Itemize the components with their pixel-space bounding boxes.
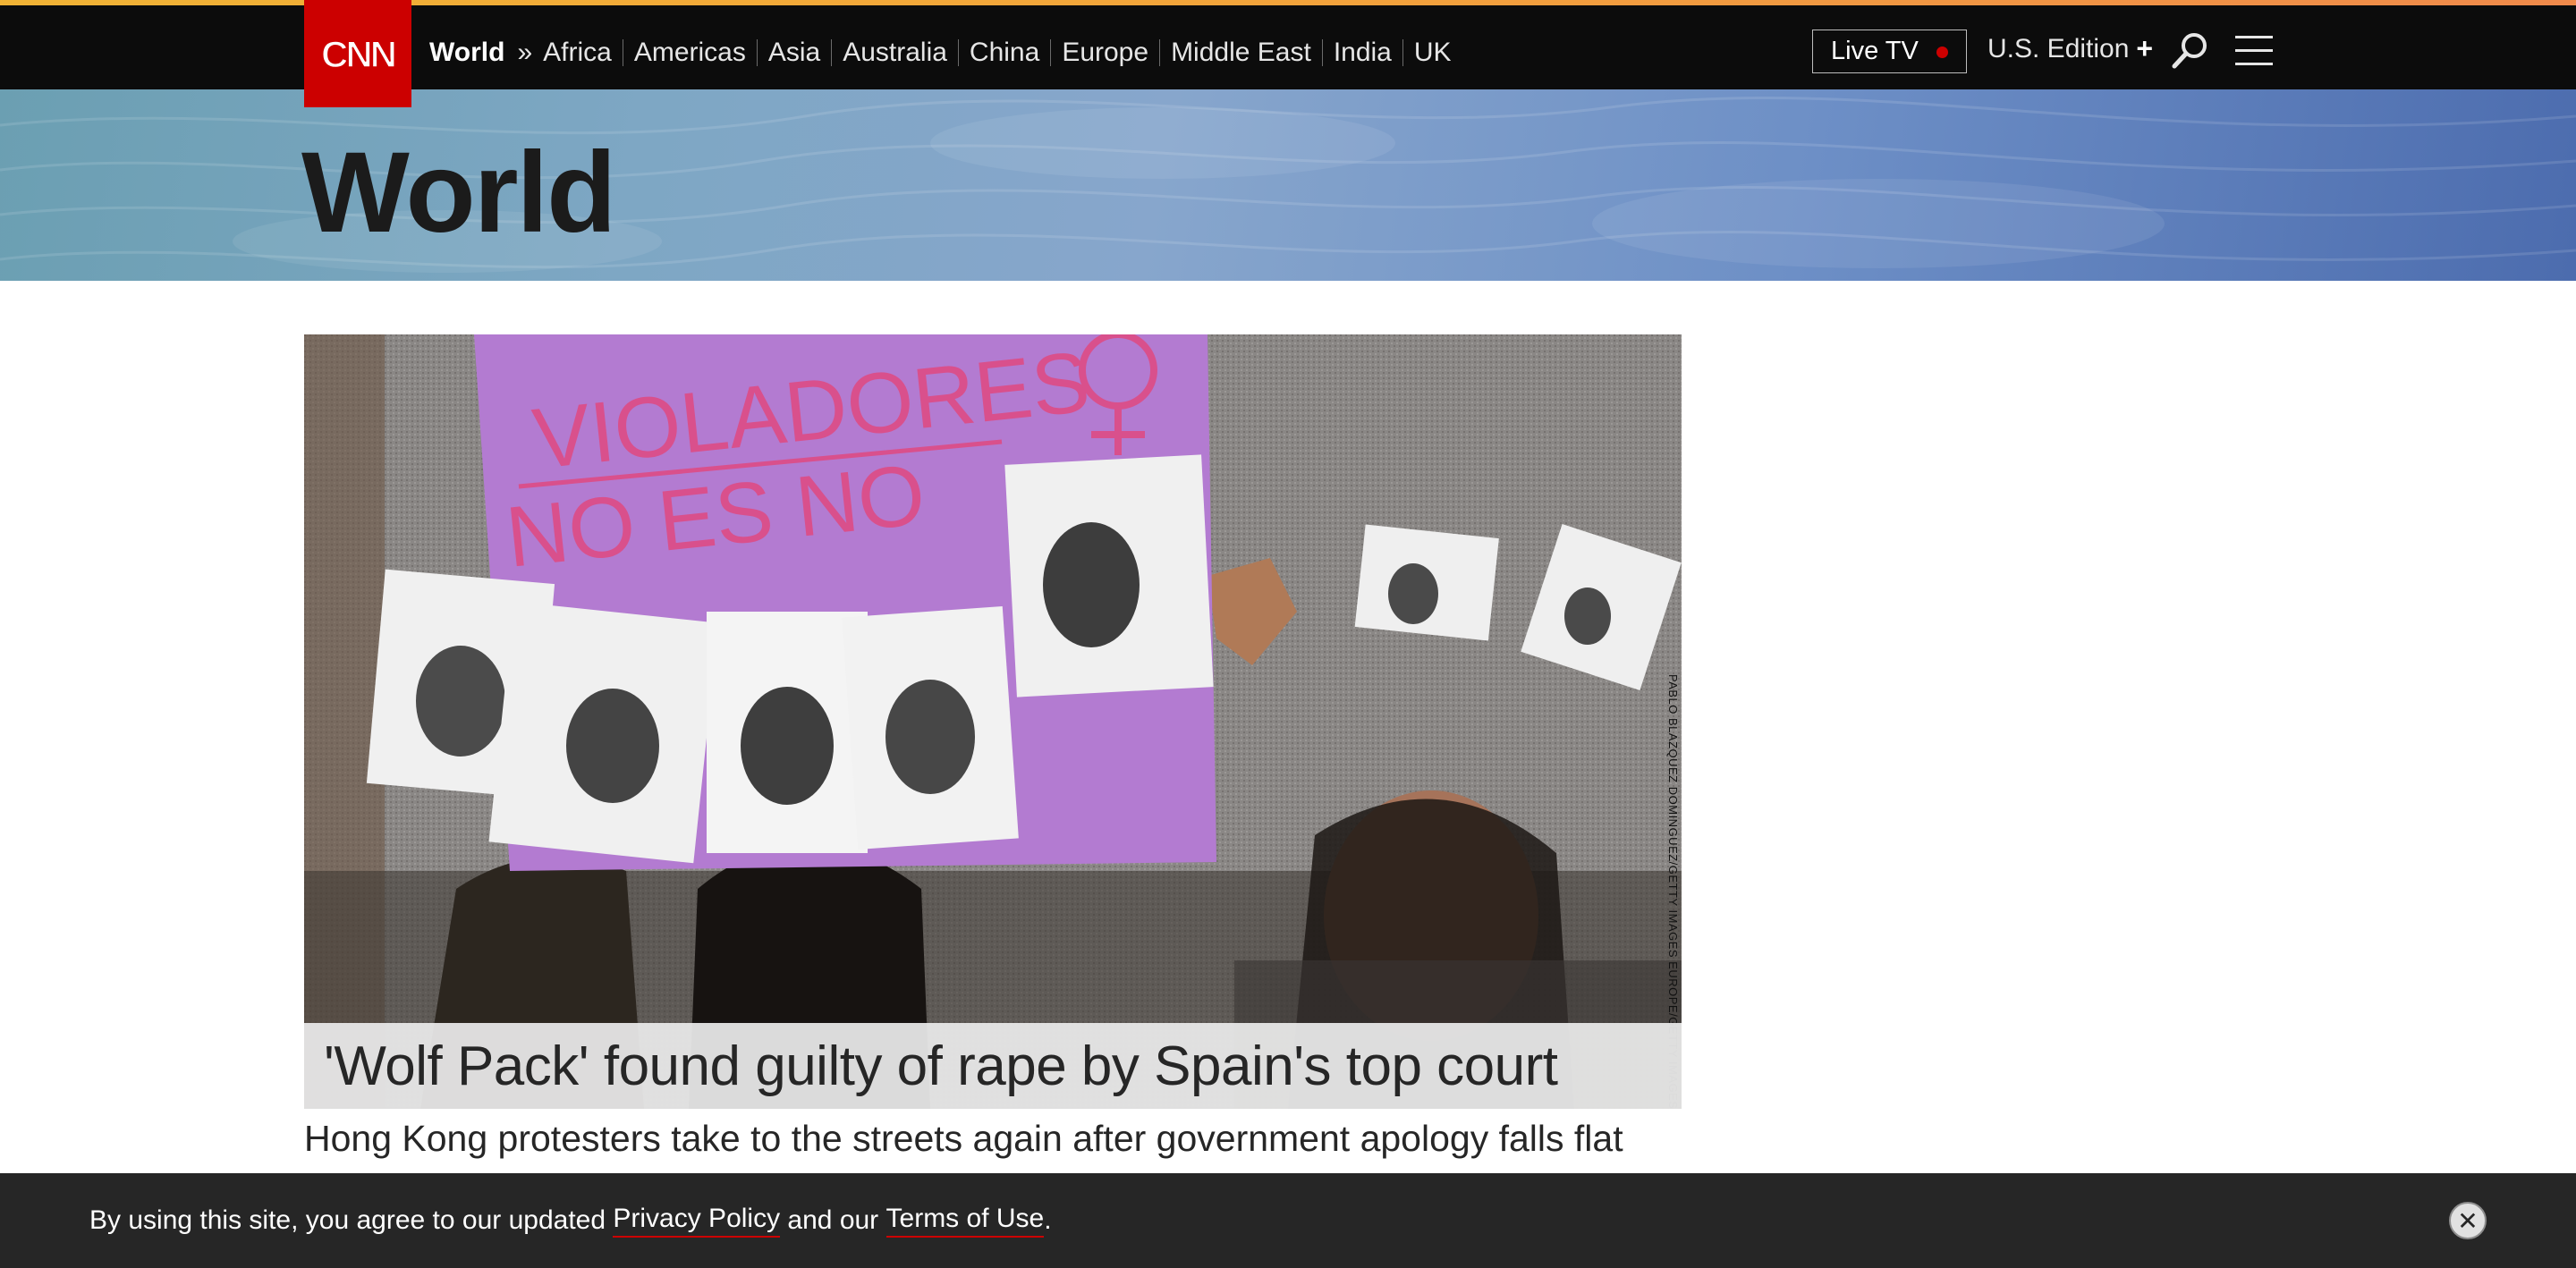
edition-picker[interactable]: U.S. Edition + bbox=[1987, 32, 2153, 65]
privacy-policy-link[interactable]: Privacy Policy bbox=[613, 1204, 781, 1238]
search-icon[interactable] bbox=[2170, 31, 2209, 71]
story-headline-link[interactable]: Hong Kong protesters take to the streets… bbox=[304, 1118, 1623, 1160]
cookie-text-after: . bbox=[1044, 1205, 1052, 1235]
section-navigation: World » Africa Americas Asia Australia C… bbox=[429, 11, 1452, 95]
live-indicator-icon bbox=[1936, 46, 1948, 58]
hero-headline-bar: 'Wolf Pack' found guilty of rape by Spai… bbox=[304, 1023, 1682, 1109]
cookie-text-before: By using this site, you agree to our upd… bbox=[89, 1205, 606, 1235]
breadcrumb-separator: » bbox=[517, 38, 533, 67]
nav-item-middle-east[interactable]: Middle East bbox=[1148, 38, 1311, 68]
hamburger-menu-icon[interactable] bbox=[2235, 36, 2273, 66]
page-title: World bbox=[301, 129, 616, 257]
close-icon[interactable]: ✕ bbox=[2449, 1202, 2487, 1239]
section-banner: World bbox=[0, 89, 2576, 281]
terms-of-use-link[interactable]: Terms of Use bbox=[886, 1204, 1045, 1238]
nav-item-europe[interactable]: Europe bbox=[1039, 38, 1148, 68]
nav-item-india[interactable]: India bbox=[1311, 38, 1392, 68]
cnn-logo[interactable]: CNN bbox=[304, 0, 411, 107]
cookie-consent-banner: By using this site, you agree to our upd… bbox=[0, 1173, 2576, 1268]
cnn-logo-mark: CNN bbox=[320, 32, 398, 76]
nav-item-americas[interactable]: Americas bbox=[612, 38, 746, 68]
hero-headline-link[interactable]: 'Wolf Pack' found guilty of rape by Spai… bbox=[324, 1035, 1558, 1098]
nav-item-china[interactable]: China bbox=[947, 38, 1039, 68]
hero-image[interactable]: VIOLADORES NO ES NO bbox=[304, 334, 1682, 1109]
nav-item-asia[interactable]: Asia bbox=[746, 38, 820, 68]
hero-story[interactable]: VIOLADORES NO ES NO PABLO BLAZQUEZ DOMIN… bbox=[304, 334, 1682, 1109]
live-tv-label: Live TV bbox=[1831, 37, 1919, 65]
nav-section-world[interactable]: World bbox=[429, 38, 504, 68]
nav-item-africa[interactable]: Africa bbox=[543, 38, 612, 68]
cookie-text-middle: and our bbox=[780, 1205, 886, 1235]
edition-label: U.S. Edition bbox=[1987, 33, 2130, 63]
nav-item-australia[interactable]: Australia bbox=[820, 38, 947, 68]
live-tv-button[interactable]: Live TV bbox=[1812, 30, 1967, 73]
svg-text:CNN: CNN bbox=[321, 33, 395, 75]
nav-item-uk[interactable]: UK bbox=[1392, 38, 1452, 68]
edition-plus-icon: + bbox=[2136, 32, 2154, 64]
